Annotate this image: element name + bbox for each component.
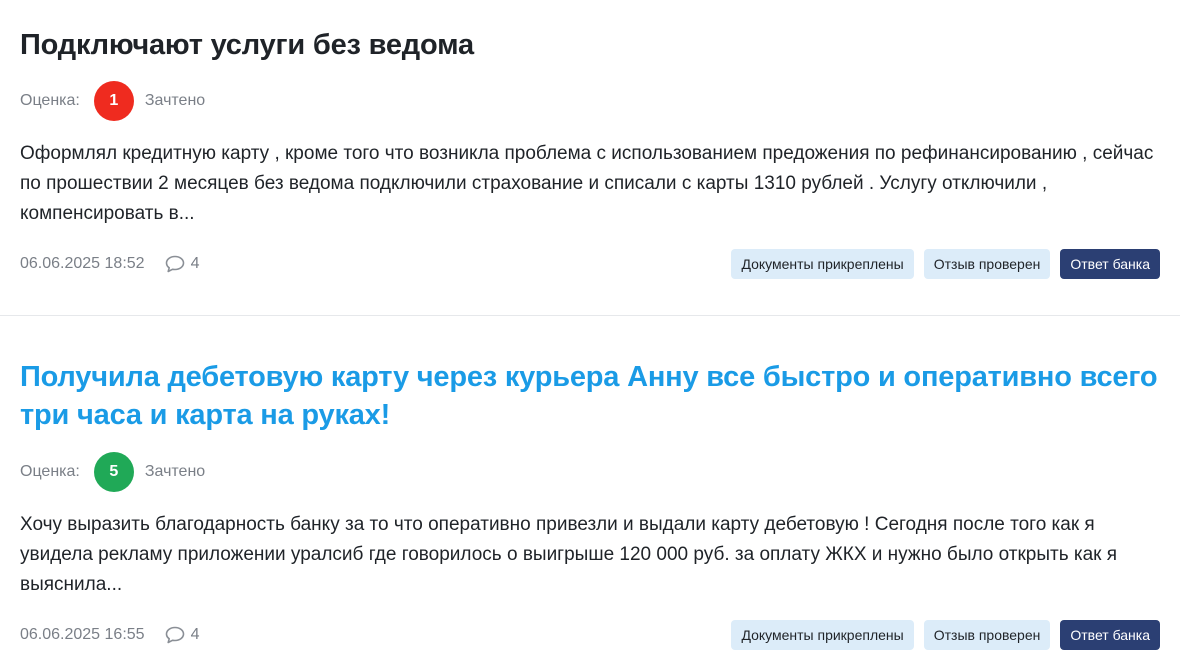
review-tags: Документы прикреплены Отзыв проверен Отв… [731,620,1160,650]
rating-label: Оценка: [20,463,80,480]
review-meta: 06.06.2025 16:55 4 Документы прикреплены… [20,620,1160,650]
comment-bubble-icon [165,626,184,644]
meta-left: 06.06.2025 16:55 4 [20,626,199,644]
reviews-feed: Подключают услуги без ведома Оценка: 1 З… [0,0,1180,650]
grade-status: Зачтено [144,463,206,480]
review-card: Получила дебетовую карту через курьера А… [0,0,1180,650]
review-title-link[interactable]: Получила дебетовую карту через курьера А… [20,358,1160,434]
comment-count: 4 [190,626,200,643]
grade-badge: 5 [93,452,134,492]
review-text: Хочу выразить благодарность банку за то … [20,514,1118,595]
rating-row: Оценка: 5 Зачтено [20,452,1160,492]
bank-reply-tag[interactable]: Ответ банка [1060,620,1160,650]
review-date: 06.06.2025 16:55 [20,626,145,643]
review-verified-tag: Отзыв проверен [923,620,1051,650]
documents-attached-tag: Документы прикреплены [731,620,914,650]
comments-link[interactable]: 4 [165,626,200,644]
